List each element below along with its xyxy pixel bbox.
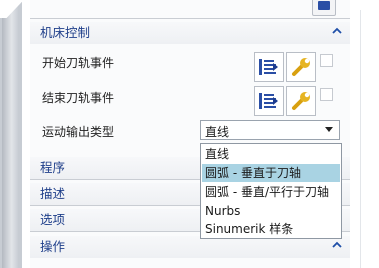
- top-row: [30, 0, 350, 18]
- tool-path-icon: [259, 93, 278, 109]
- viewport-shading: [2, 0, 18, 268]
- section-title: 描述: [40, 186, 66, 201]
- tool-icon: [318, 1, 330, 10]
- right-margin: [350, 0, 379, 268]
- dropdown-option[interactable]: Sinumerik 样条: [202, 220, 340, 238]
- top-action-button[interactable]: [312, 0, 336, 16]
- motion-output-type-label: 运动输出类型: [42, 125, 115, 139]
- dropdown-option-selected[interactable]: 圆弧 - 垂直于刀轴: [202, 164, 340, 182]
- graphics-viewport-edge: [0, 0, 22, 268]
- wrench-icon: [292, 58, 310, 76]
- end-event-toolpath-button[interactable]: [254, 86, 284, 116]
- motion-type-dropdown-list: 直线 圆弧 - 垂直于刀轴 圆弧 - 垂直/平行于刀轴 Nurbs Sinume…: [200, 143, 342, 239]
- tool-path-icon: [259, 59, 278, 75]
- divider: [30, 18, 350, 19]
- chevron-up-icon[interactable]: [332, 22, 342, 44]
- end-event-checkbox[interactable]: [320, 88, 333, 101]
- start-event-edit-button[interactable]: [286, 52, 316, 82]
- dropdown-option[interactable]: 圆弧 - 垂直/平行于刀轴: [202, 183, 340, 201]
- section-operations[interactable]: 操作: [30, 236, 350, 258]
- section-title: 程序: [40, 160, 66, 175]
- wrench-icon: [292, 92, 310, 110]
- divider: [360, 10, 361, 268]
- motion-output-type-select[interactable]: 直线: [200, 120, 340, 140]
- end-path-event-label: 结束刀轨事件: [42, 91, 115, 105]
- section-title: 机床控制: [40, 25, 91, 40]
- end-event-edit-button[interactable]: [286, 86, 316, 116]
- start-event-toolpath-button[interactable]: [254, 52, 284, 82]
- chevron-down-icon[interactable]: [325, 127, 333, 132]
- start-path-event-label: 开始刀轨事件: [42, 56, 115, 70]
- dropdown-option[interactable]: 直线: [202, 145, 340, 163]
- operation-dialog-panel: 机床控制 开始刀轨事件 结束刀轨事件 运动输出类型 直线 程序 描述 选项 操作…: [30, 0, 350, 268]
- chevron-up-icon[interactable]: [332, 236, 342, 258]
- section-title: 操作: [40, 239, 66, 254]
- section-title: 选项: [40, 212, 66, 227]
- select-value: 直线: [205, 125, 230, 139]
- dropdown-option[interactable]: Nurbs: [202, 202, 340, 220]
- start-event-checkbox[interactable]: [320, 54, 333, 67]
- section-machine-control[interactable]: 机床控制: [30, 22, 350, 44]
